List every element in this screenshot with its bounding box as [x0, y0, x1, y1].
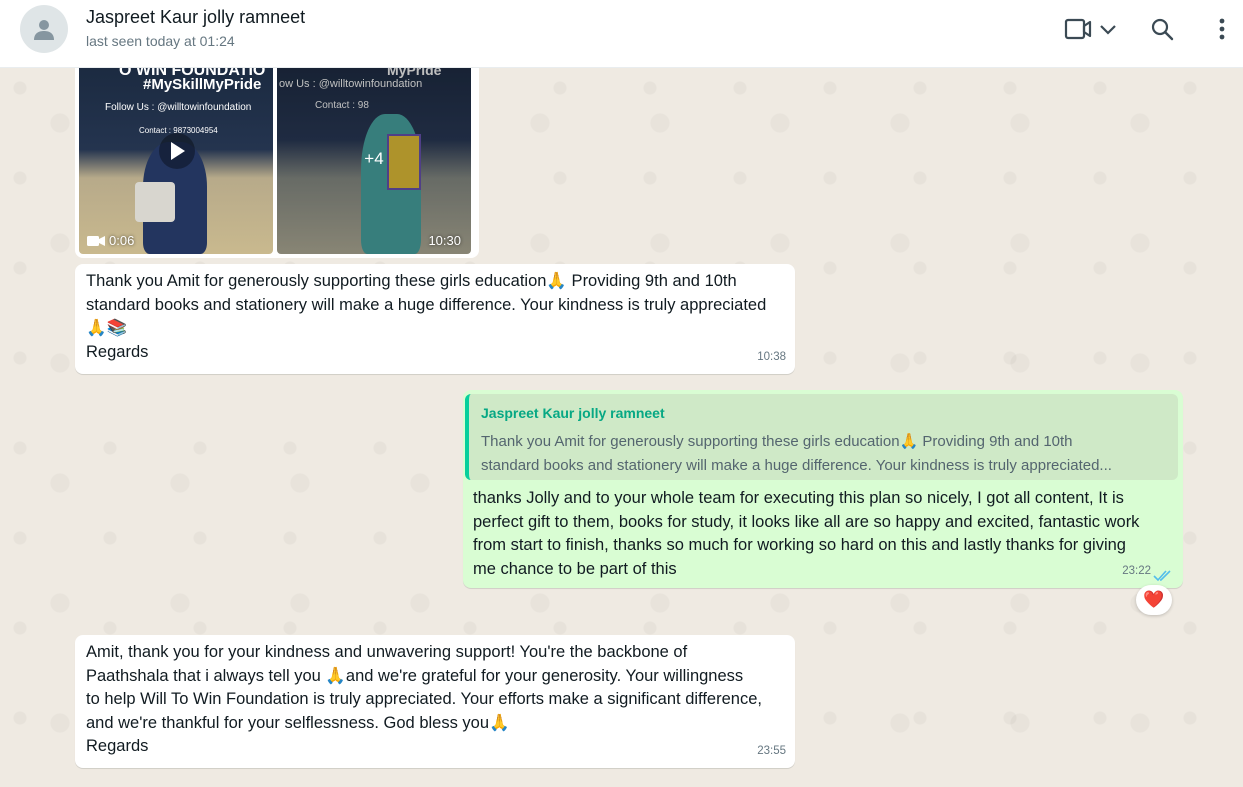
message-text: Thank you Amit for generously supporting… — [86, 272, 767, 361]
quote-author: Jaspreet Kaur jolly ramneet — [481, 405, 665, 421]
search-icon — [1151, 18, 1174, 41]
play-button[interactable] — [159, 133, 195, 169]
video-call-button[interactable] — [1062, 14, 1120, 44]
photo-thumbnail[interactable]: MyPride ow Us : @willtowinfoundation Con… — [277, 68, 471, 254]
read-double-check-icon — [1153, 570, 1171, 582]
chat-header: Jaspreet Kaur jolly ramneet last seen to… — [0, 0, 1243, 68]
message-text: Amit, thank you for your kindness and un… — [86, 643, 762, 755]
play-icon — [171, 142, 185, 160]
avatar-default-icon — [34, 20, 54, 40]
banner-follow: Follow Us : @willtowinfoundation — [105, 102, 252, 113]
outgoing-message[interactable]: Jaspreet Kaur jolly ramneet Thank you Am… — [463, 390, 1183, 588]
more-media-overlay[interactable]: +4 — [277, 68, 471, 254]
video-duration: 0:06 — [87, 233, 134, 248]
banner-hashtag: #MySkillMyPride — [143, 76, 262, 93]
more-media-count: +4 — [364, 149, 384, 168]
message-time: 23:22 — [1122, 564, 1151, 577]
quote-text: Thank you Amit for generously supporting… — [481, 432, 1112, 474]
chevron-down-icon — [1100, 25, 1116, 35]
menu-button[interactable] — [1210, 14, 1234, 44]
trophy-image — [135, 182, 175, 222]
media-time: 10:30 — [428, 233, 461, 248]
incoming-message[interactable]: Thank you Amit for generously supporting… — [75, 264, 795, 374]
video-camera-icon — [87, 235, 105, 246]
search-button[interactable] — [1148, 14, 1176, 44]
video-thumbnail[interactable]: O WIN FOUNDATIO #MySkillMyPride Follow U… — [79, 68, 273, 254]
contact-status: last seen today at 01:24 — [86, 33, 235, 49]
heart-reaction[interactable]: ❤️ — [1136, 585, 1172, 615]
contact-avatar[interactable] — [20, 5, 68, 53]
message-time: 23:55 — [757, 744, 786, 757]
quoted-message[interactable]: Jaspreet Kaur jolly ramneet Thank you Am… — [465, 394, 1178, 480]
video-call-icon — [1064, 18, 1092, 40]
message-text: thanks Jolly and to your whole team for … — [473, 489, 1140, 578]
chat-panel[interactable]: O WIN FOUNDATIO #MySkillMyPride Follow U… — [0, 68, 1243, 787]
media-album-message[interactable]: O WIN FOUNDATIO #MySkillMyPride Follow U… — [75, 68, 479, 258]
menu-dots-icon — [1219, 18, 1225, 40]
video-duration-text: 0:06 — [109, 233, 135, 248]
message-time: 10:38 — [757, 350, 786, 363]
contact-name[interactable]: Jaspreet Kaur jolly ramneet — [86, 7, 305, 28]
incoming-message[interactable]: Amit, thank you for your kindness and un… — [75, 635, 795, 768]
